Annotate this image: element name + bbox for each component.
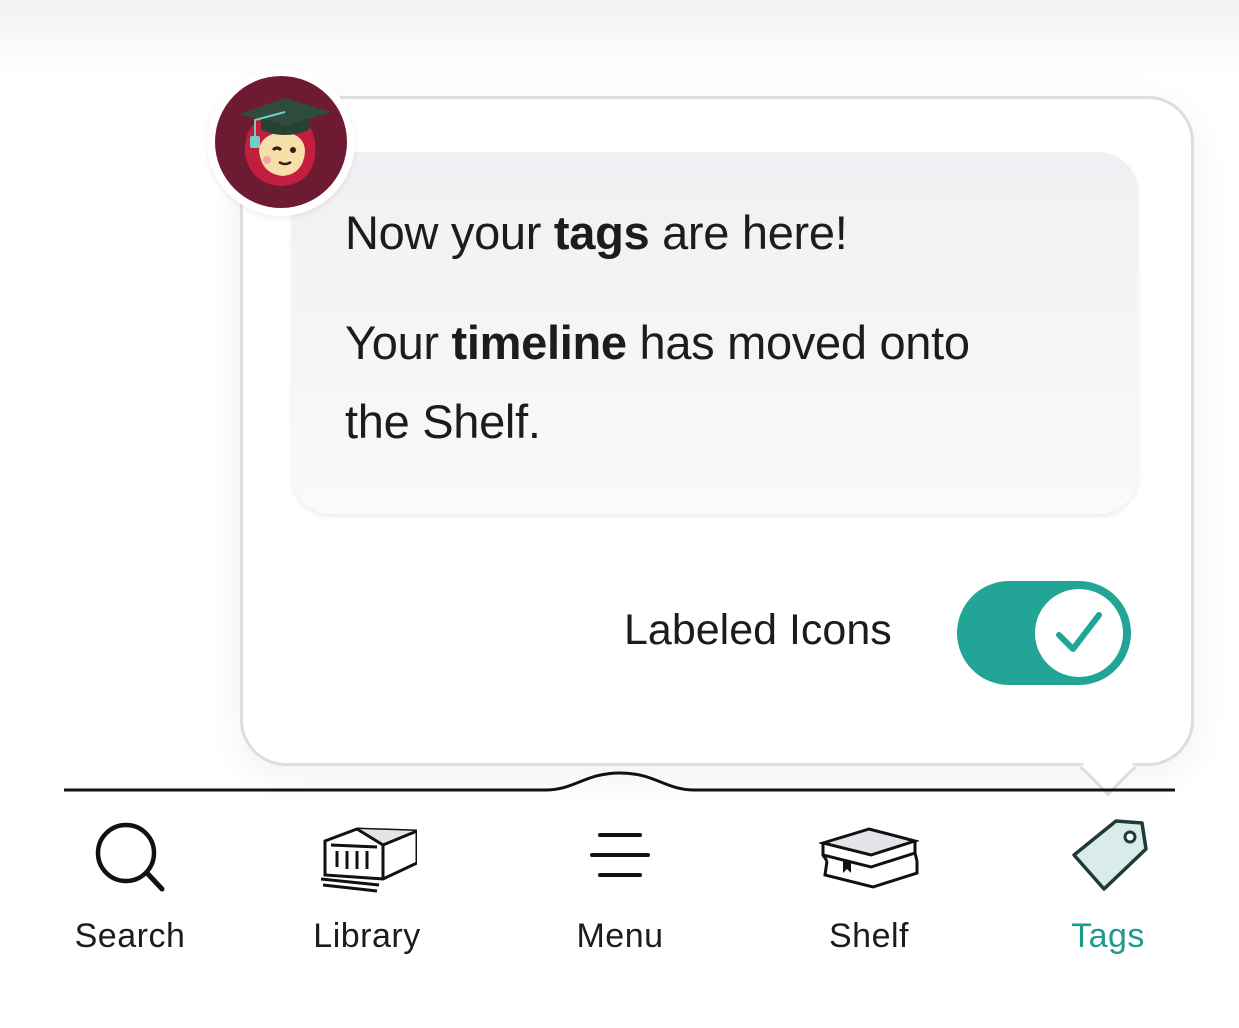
tab-label-shelf: Shelf — [829, 917, 909, 955]
labeled-icons-toggle[interactable] — [957, 581, 1131, 685]
tab-label-search: Search — [74, 917, 186, 955]
tab-library[interactable]: Library — [277, 805, 457, 965]
message-line-3: the Shelf. — [345, 395, 541, 448]
tab-menu[interactable]: Menu — [530, 805, 710, 965]
mascot-avatar — [207, 68, 355, 216]
menu-icon — [590, 833, 650, 877]
mascot-icon — [215, 76, 347, 208]
toggle-knob — [1035, 589, 1123, 677]
message-line-2: Your timeline has moved onto — [345, 316, 970, 369]
tab-tags[interactable]: Tags — [1018, 805, 1198, 965]
tab-label-library: Library — [313, 917, 421, 955]
checkmark-icon — [1056, 612, 1102, 652]
tag-icon — [1072, 819, 1148, 891]
shelf-icon — [819, 827, 919, 889]
labeled-icons-label: Labeled Icons — [624, 606, 892, 654]
tab-label-tags: Tags — [1071, 917, 1145, 955]
tabbar-top-border — [64, 771, 1175, 792]
tab-label-menu: Menu — [576, 917, 664, 955]
message-line-1: Now your tags are here! — [345, 206, 848, 259]
tab-search[interactable]: Search — [40, 805, 220, 965]
search-icon — [95, 822, 165, 892]
library-icon — [320, 827, 417, 893]
background-gradient — [0, 0, 1239, 80]
tab-shelf[interactable]: Shelf — [779, 805, 959, 965]
